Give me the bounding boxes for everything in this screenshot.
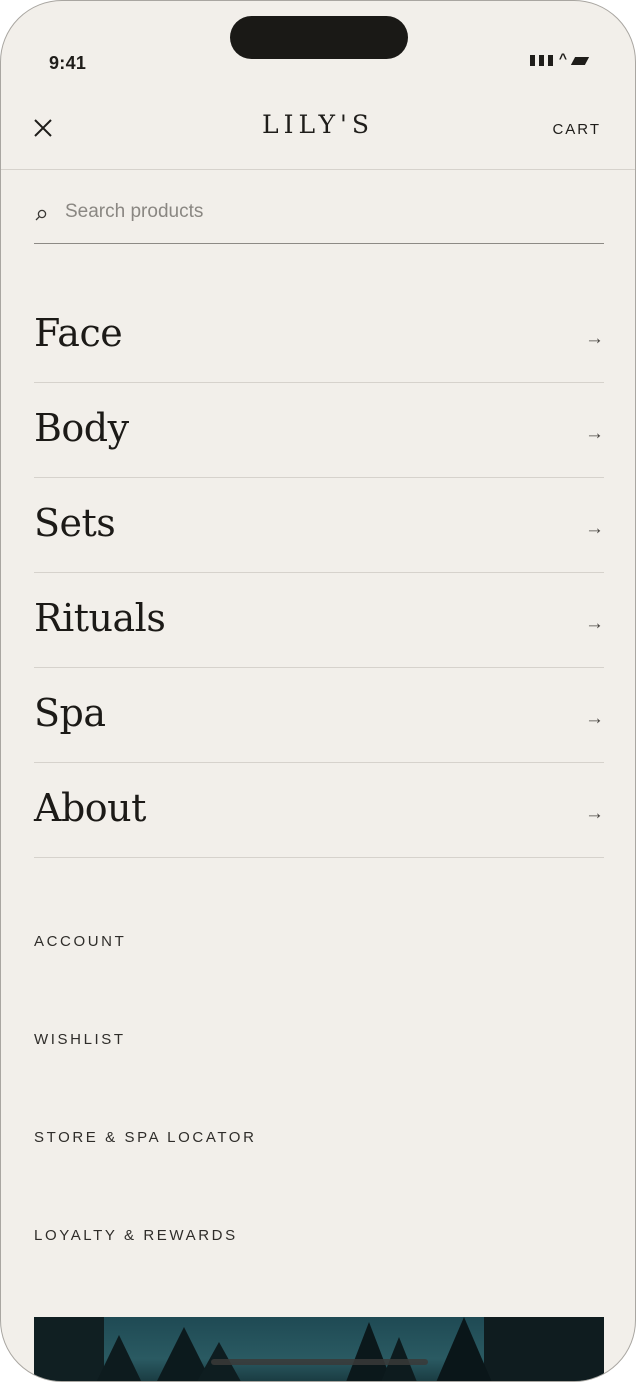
status-icons: ^ <box>529 49 590 66</box>
secondary-nav: ACCOUNT WISHLIST STORE & SPA LOCATOR LOY… <box>34 901 604 1293</box>
nav-item-label: Rituals <box>34 596 166 640</box>
header: LILY'S CART <box>1 86 635 170</box>
loyalty-rewards-link[interactable]: LOYALTY & REWARDS <box>34 1195 604 1293</box>
search-bar <box>34 197 604 244</box>
promo-banner-image[interactable] <box>34 1317 604 1381</box>
dynamic-island <box>230 16 408 59</box>
primary-nav: Face → Body → Sets → Rituals → Spa → Abo… <box>34 288 604 858</box>
search-input[interactable] <box>65 201 565 223</box>
nav-item-rituals[interactable]: Rituals → <box>34 573 604 668</box>
arrow-right-icon: → <box>585 803 604 824</box>
nav-item-label: About <box>34 786 146 830</box>
arrow-right-icon: → <box>585 518 604 539</box>
arrow-right-icon: → <box>585 708 604 729</box>
nav-item-label: Body <box>34 406 129 450</box>
nav-item-body[interactable]: Body → <box>34 383 604 478</box>
cart-link[interactable]: CART <box>552 121 601 138</box>
status-time: 9:41 <box>49 53 87 73</box>
nav-item-label: Sets <box>34 501 116 545</box>
wifi-icon: ^ <box>558 49 567 66</box>
battery-icon <box>570 56 590 65</box>
nav-item-label: Face <box>34 311 123 355</box>
signal-icon <box>529 55 553 66</box>
nav-item-spa[interactable]: Spa → <box>34 668 604 763</box>
arrow-right-icon: → <box>585 328 604 349</box>
nav-item-sets[interactable]: Sets → <box>34 478 604 573</box>
forest-illustration <box>34 1317 604 1381</box>
brand-logo[interactable]: LILY'S <box>1 110 635 139</box>
nav-item-face[interactable]: Face → <box>34 288 604 383</box>
wishlist-link[interactable]: WISHLIST <box>34 999 604 1097</box>
store-spa-locator-link[interactable]: STORE & SPA LOCATOR <box>34 1097 604 1195</box>
phone-frame: 9:41 ^ LILY'S CART Face → Body → <box>0 0 636 1382</box>
search-icon <box>35 209 47 221</box>
nav-item-label: Spa <box>34 691 106 735</box>
nav-item-about[interactable]: About → <box>34 763 604 858</box>
home-indicator <box>211 1359 428 1365</box>
arrow-right-icon: → <box>585 613 604 634</box>
arrow-right-icon: → <box>585 423 604 444</box>
account-link[interactable]: ACCOUNT <box>34 901 604 999</box>
